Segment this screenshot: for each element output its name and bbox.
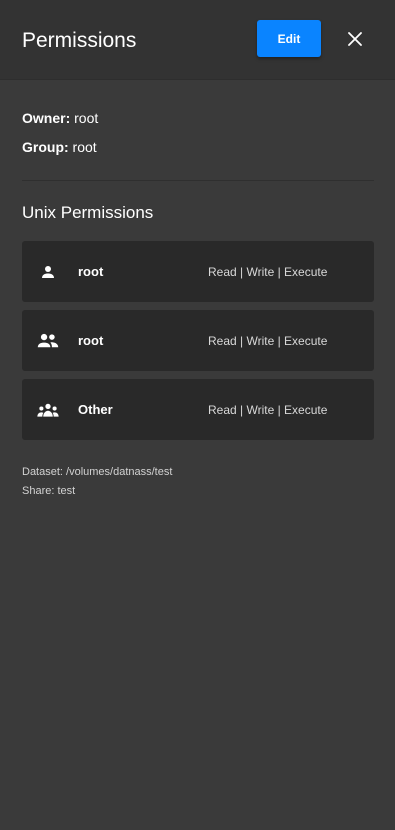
permission-name: Other — [78, 402, 113, 417]
divider — [22, 180, 374, 181]
permission-rights: Read | Write | Execute — [208, 334, 328, 348]
page-title: Permissions — [22, 29, 137, 52]
permission-name: root — [78, 333, 104, 348]
owner-row: Owner: root — [22, 110, 98, 126]
user-icon — [37, 261, 59, 283]
close-button[interactable] — [343, 27, 367, 51]
section-title: Unix Permissions — [22, 203, 154, 222]
edit-button[interactable]: Edit — [257, 20, 321, 57]
dataset-path: Dataset: /volumes/datnass/test — [22, 466, 173, 478]
group-label: Group: — [22, 139, 69, 155]
permission-row-other: Other Read | Write | Execute — [22, 379, 374, 440]
close-icon — [348, 32, 362, 46]
others-icon — [37, 399, 59, 421]
permission-row-group: root Read | Write | Execute — [22, 310, 374, 371]
permission-row-user: root Read | Write | Execute — [22, 241, 374, 302]
owner-label: Owner: — [22, 110, 71, 126]
group-value: root — [72, 139, 97, 155]
owner-value: root — [74, 110, 99, 126]
permission-rights: Read | Write | Execute — [208, 403, 328, 417]
permission-rights: Read | Write | Execute — [208, 265, 328, 279]
panel-header: Permissions Edit — [0, 0, 395, 80]
permission-name: root — [78, 264, 104, 279]
group-row: Group: root — [22, 139, 97, 155]
share-name: Share: test — [22, 485, 76, 497]
group-icon — [37, 330, 59, 352]
